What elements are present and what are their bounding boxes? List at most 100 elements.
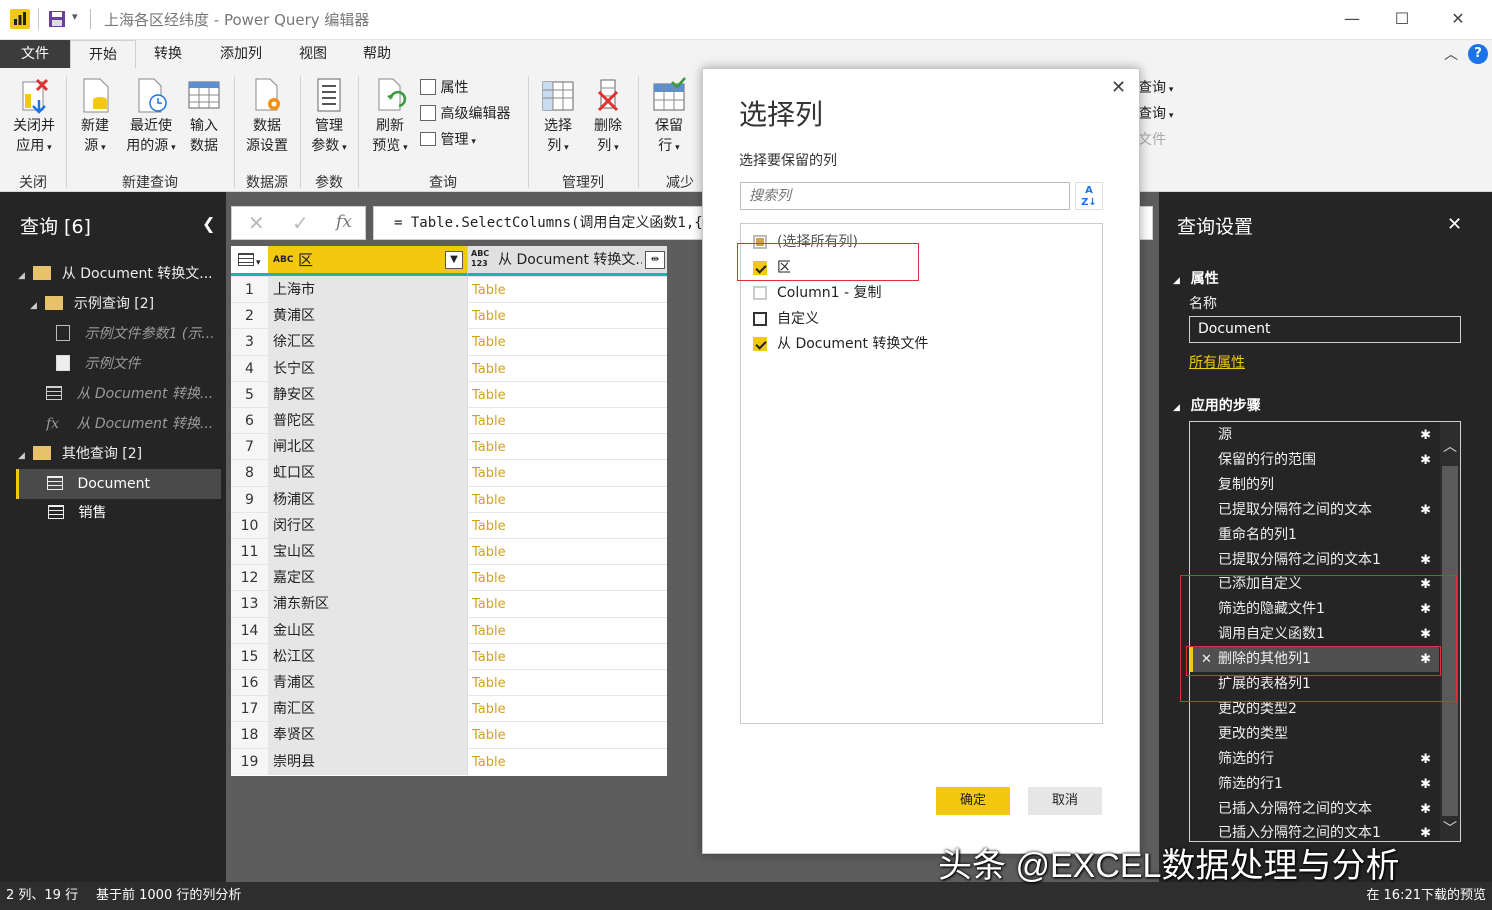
insert-function-icon[interactable]: fx xyxy=(336,212,352,232)
new-source-button[interactable]: 新建 源 ▾ xyxy=(72,76,118,158)
table-link-cell[interactable]: Table xyxy=(467,329,667,356)
gear-icon[interactable]: ✱ xyxy=(1420,448,1431,473)
table-row[interactable]: 10 闵行区 Table xyxy=(231,511,667,539)
table-row[interactable]: 11 宝山区 Table xyxy=(231,538,667,565)
applied-step[interactable]: 筛选的行 ✱ xyxy=(1190,747,1439,772)
query-item-transform-function[interactable]: fx 从 Document 转换... xyxy=(46,409,220,439)
table-row[interactable]: 16 青浦区 Table xyxy=(231,669,667,696)
filter-dropdown-icon[interactable]: ▼ xyxy=(445,251,463,269)
any-type-icon[interactable]: ABC 123 xyxy=(471,249,489,269)
table-row[interactable]: 8 虹口区 Table xyxy=(231,459,667,487)
district-cell[interactable]: 虹口区 xyxy=(268,460,467,487)
query-item-sales[interactable]: 销售 xyxy=(48,498,218,528)
query-item-document[interactable]: Document xyxy=(16,469,221,499)
tab-help[interactable]: 帮助 xyxy=(344,40,410,68)
column-option[interactable]: Column1 - 复制 xyxy=(741,281,1101,305)
column-checkbox[interactable] xyxy=(753,286,767,300)
gear-icon[interactable]: ✱ xyxy=(1420,821,1431,841)
append-queries-button[interactable]: 查询 ▾ xyxy=(1138,104,1173,126)
manage-button[interactable]: 管理 ▾ xyxy=(420,130,476,150)
table-menu-header[interactable]: ▾ xyxy=(231,246,268,276)
tab-file[interactable]: 文件 xyxy=(0,40,70,68)
table-link-cell[interactable]: Table xyxy=(467,539,667,565)
table-row[interactable]: 5 静安区 Table xyxy=(231,380,667,408)
expand-column-icon[interactable]: ⇹ xyxy=(645,251,665,269)
cancel-formula-icon[interactable]: ✕ xyxy=(248,211,265,235)
combine-files-button[interactable]: 文件 xyxy=(1138,130,1166,150)
gear-icon[interactable]: ✱ xyxy=(1420,772,1431,797)
gear-icon[interactable]: ✱ xyxy=(1420,498,1431,523)
query-item-sample-file[interactable]: 示例文件 xyxy=(56,349,220,379)
table-link-cell[interactable]: Table xyxy=(467,460,667,487)
text-type-icon[interactable]: ABC xyxy=(273,246,293,274)
table-link-cell[interactable]: Table xyxy=(467,277,667,303)
column-header-transform-file[interactable]: ABC 123 从 Document 转换文... ⇹ xyxy=(467,246,667,276)
table-row[interactable]: 15 松江区 Table xyxy=(231,642,667,670)
district-cell[interactable]: 长宁区 xyxy=(268,355,467,382)
district-cell[interactable]: 闸北区 xyxy=(268,434,467,461)
scroll-up-icon[interactable]: ︿ xyxy=(1443,436,1457,456)
table-link-cell[interactable]: Table xyxy=(467,565,667,592)
district-cell[interactable]: 金山区 xyxy=(268,617,467,644)
keep-rows-button[interactable]: 保留 行 ▾ xyxy=(644,76,694,158)
gear-icon[interactable]: ✱ xyxy=(1420,423,1431,448)
close-apply-button[interactable]: 关闭并 应用 ▾ xyxy=(6,76,62,158)
query-folder-other[interactable]: ◢ 其他查询 [2] xyxy=(18,439,218,469)
table-row[interactable]: 7 闸北区 Table xyxy=(231,433,667,461)
tab-view[interactable]: 视图 xyxy=(282,40,344,68)
district-cell[interactable]: 杨浦区 xyxy=(268,486,467,513)
choose-columns-button[interactable]: 选择 列 ▾ xyxy=(534,76,582,158)
table-link-cell[interactable]: Table xyxy=(467,722,667,749)
ok-button[interactable]: 确定 xyxy=(936,787,1010,815)
applied-step[interactable]: 复制的列 xyxy=(1190,473,1439,498)
table-link-cell[interactable]: Table xyxy=(467,696,667,723)
table-link-cell[interactable]: Table xyxy=(467,303,667,330)
close-window-button[interactable]: ✕ xyxy=(1436,6,1480,32)
district-cell[interactable]: 静安区 xyxy=(268,381,467,408)
table-row[interactable]: 14 金山区 Table xyxy=(231,616,667,644)
scroll-down-icon[interactable]: ﹀ xyxy=(1443,818,1457,838)
table-row[interactable]: 13 浦东新区 Table xyxy=(231,590,667,618)
gear-icon[interactable]: ✱ xyxy=(1420,797,1431,822)
query-item-sample-param[interactable]: 示例文件参数1 (示... xyxy=(56,319,220,349)
table-link-cell[interactable]: Table xyxy=(467,643,667,670)
district-cell[interactable]: 上海市 xyxy=(268,277,467,303)
applied-step[interactable]: 保留的行的范围 ✱ xyxy=(1190,448,1439,473)
district-cell[interactable]: 奉贤区 xyxy=(268,722,467,749)
district-cell[interactable]: 青浦区 xyxy=(268,670,467,696)
district-cell[interactable]: 嘉定区 xyxy=(268,565,467,592)
applied-step[interactable]: 源 ✱ xyxy=(1190,423,1439,448)
district-cell[interactable]: 松江区 xyxy=(268,643,467,670)
query-item-transform-table[interactable]: 从 Document 转换... xyxy=(46,379,220,409)
column-checkbox[interactable] xyxy=(753,311,767,326)
column-header-district[interactable]: ABC 区 ▼ xyxy=(268,246,467,276)
search-columns-input[interactable] xyxy=(740,182,1070,210)
gear-icon[interactable]: ✱ xyxy=(1420,747,1431,772)
district-cell[interactable]: 徐汇区 xyxy=(268,329,467,356)
table-row[interactable]: 3 徐汇区 Table xyxy=(231,328,667,356)
table-row[interactable]: 1 上海市 Table xyxy=(231,276,667,303)
tab-home[interactable]: 开始 xyxy=(70,40,136,68)
table-link-cell[interactable]: Table xyxy=(467,434,667,461)
district-cell[interactable]: 普陀区 xyxy=(268,408,467,434)
merge-queries-button[interactable]: 查询 ▾ xyxy=(1138,78,1173,100)
gear-icon[interactable]: ✱ xyxy=(1420,548,1431,573)
close-pane-icon[interactable]: ✕ xyxy=(1447,214,1462,235)
table-row[interactable]: 4 长宁区 Table xyxy=(231,354,667,382)
refresh-preview-button[interactable]: 刷新 预览 ▾ xyxy=(364,76,416,158)
quick-access-dropdown-icon[interactable]: ▾ xyxy=(72,10,78,23)
table-link-cell[interactable]: Table xyxy=(467,355,667,382)
profiling-mode[interactable]: 基于前 1000 行的列分析 xyxy=(96,882,241,910)
query-name-input[interactable]: Document xyxy=(1189,316,1461,343)
applied-step[interactable]: 重命名的列1 xyxy=(1190,523,1439,548)
maximize-button[interactable]: ☐ xyxy=(1380,6,1424,32)
data-source-settings-button[interactable]: 数据 源设置 xyxy=(240,76,294,156)
district-cell[interactable]: 闵行区 xyxy=(268,512,467,539)
table-row[interactable]: 6 普陀区 Table xyxy=(231,407,667,434)
save-icon[interactable] xyxy=(48,10,66,28)
applied-step[interactable]: 筛选的行1 ✱ xyxy=(1190,772,1439,797)
properties-section-header[interactable]: ◢ 属性 xyxy=(1173,268,1219,288)
applied-step[interactable]: 更改的类型 xyxy=(1190,722,1439,747)
table-row[interactable]: 12 嘉定区 Table xyxy=(231,564,667,592)
district-cell[interactable]: 南汇区 xyxy=(268,696,467,723)
